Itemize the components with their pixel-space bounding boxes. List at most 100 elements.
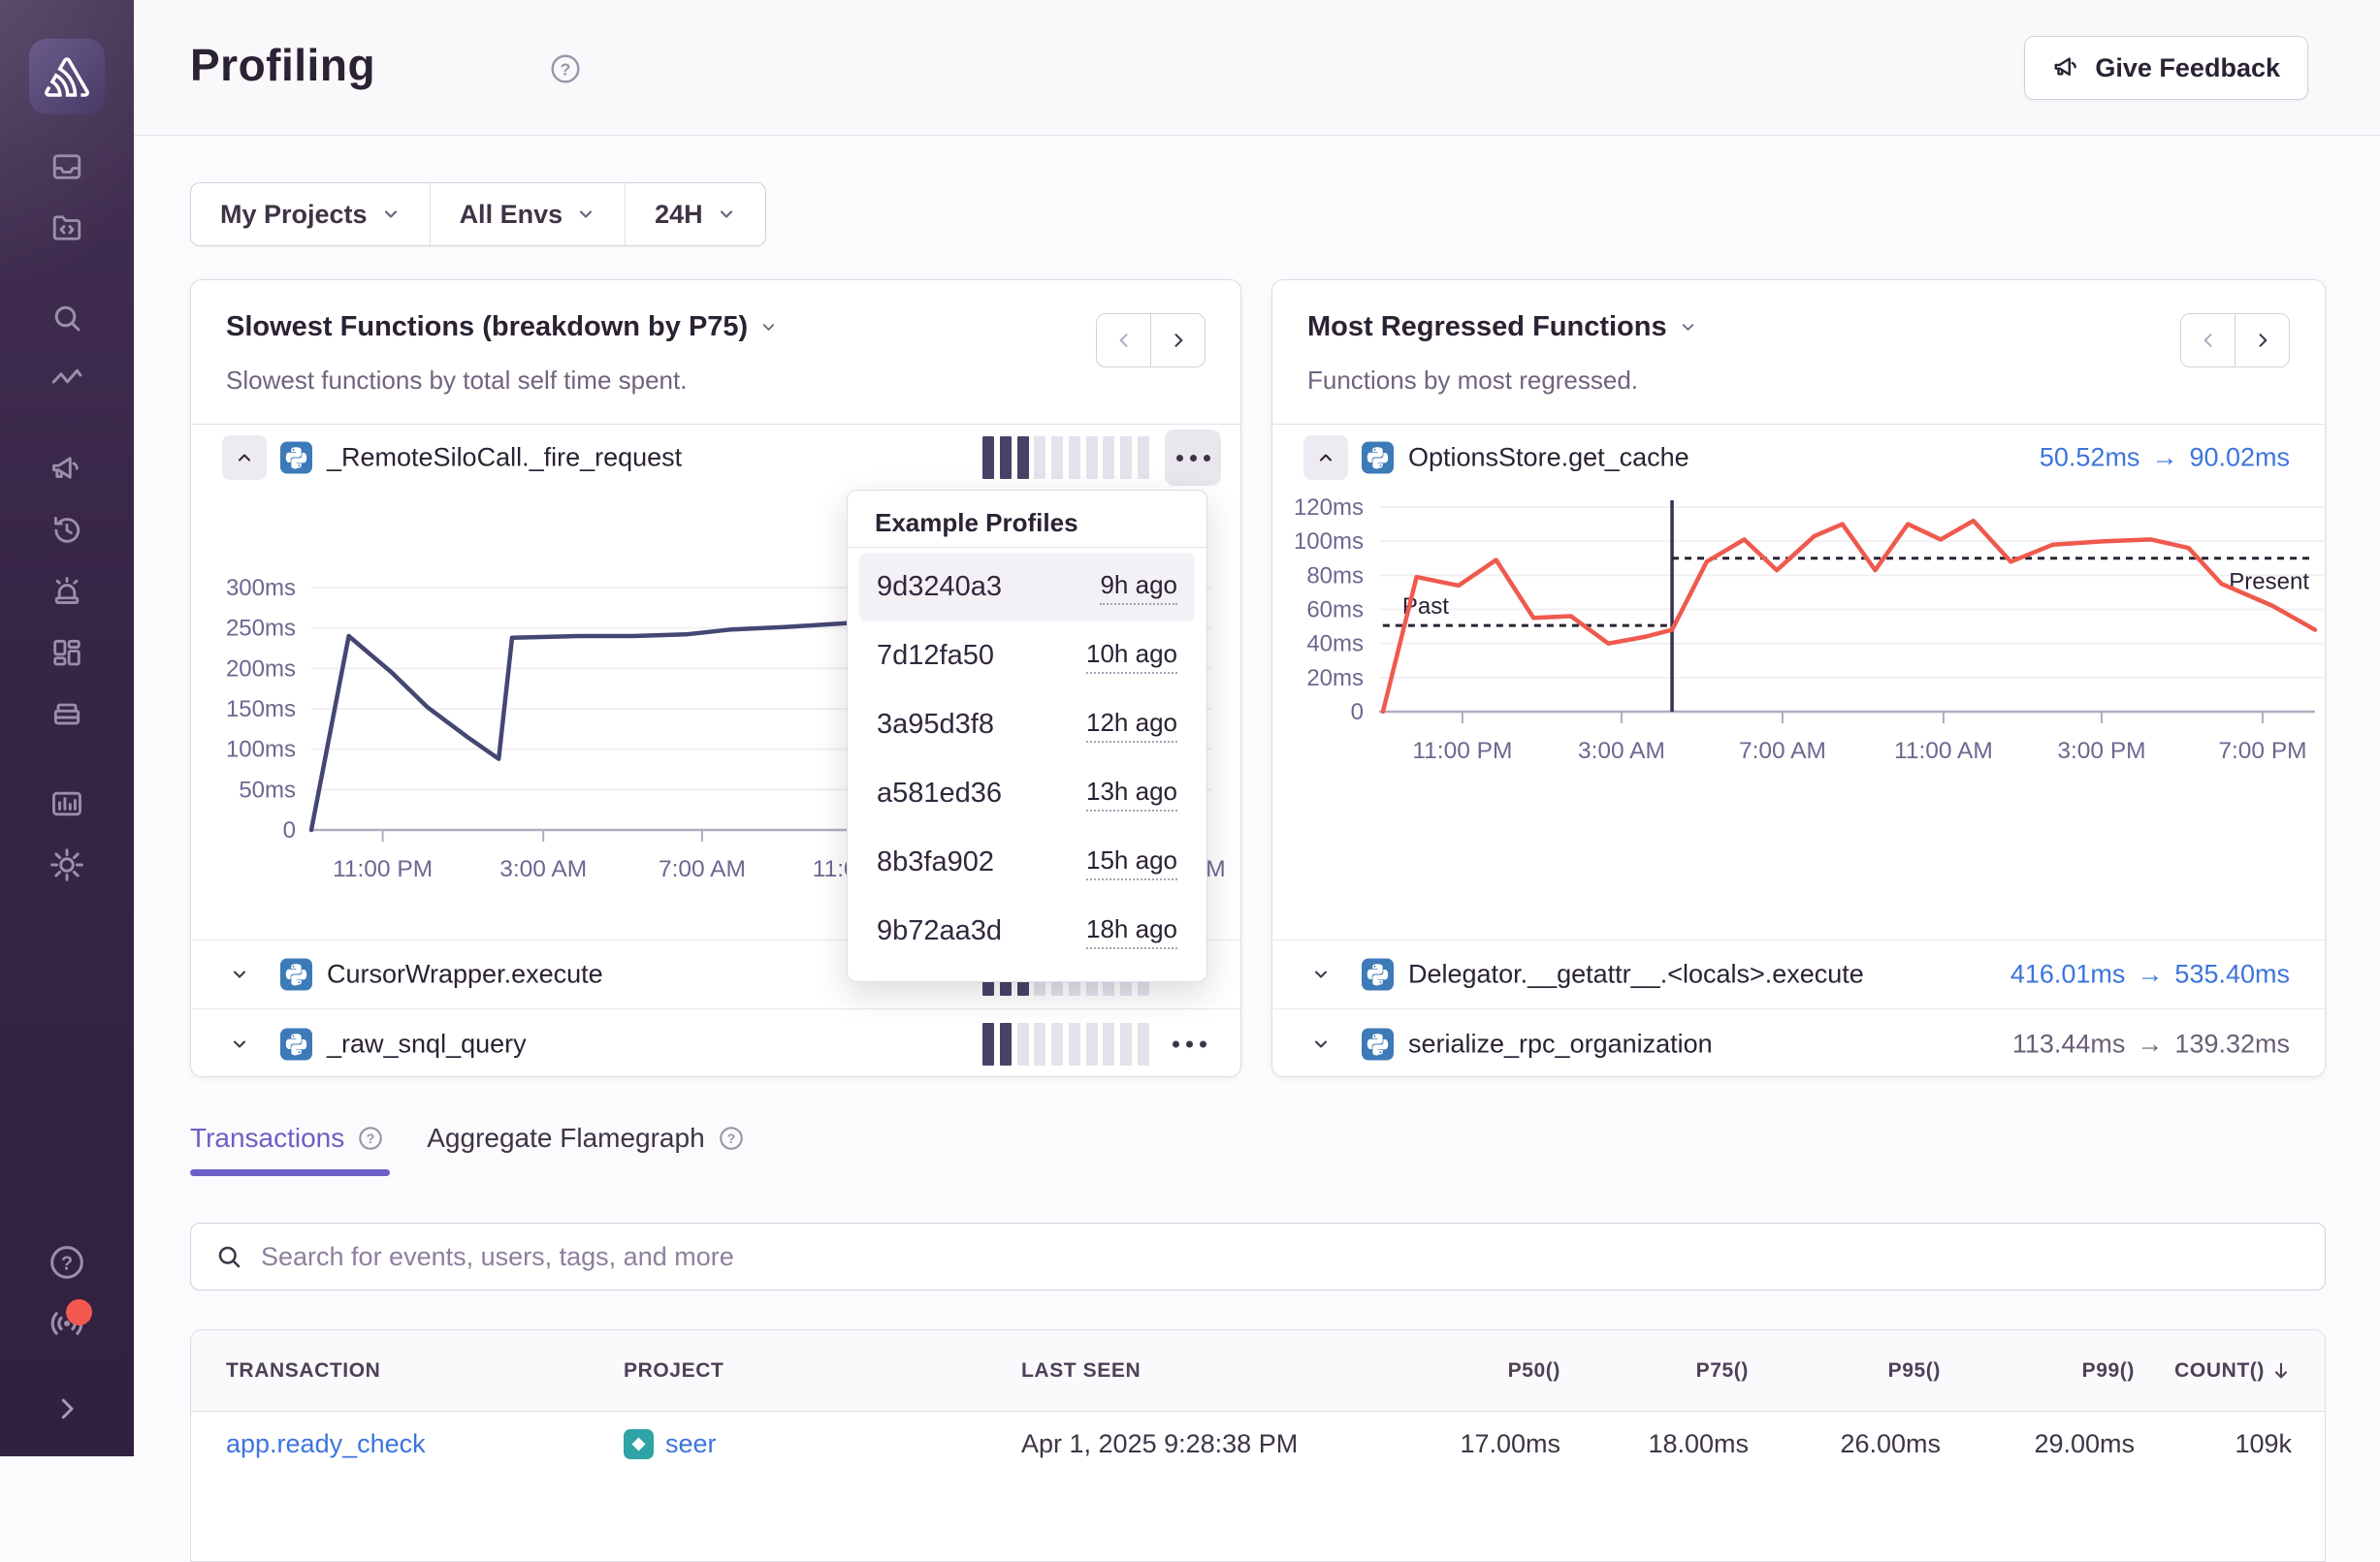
col-p99[interactable]: P99() [1941, 1359, 2135, 1383]
sidebar-item-stats[interactable] [0, 773, 134, 834]
help-icon[interactable]: ? [357, 1125, 384, 1152]
svg-text:60ms: 60ms [1306, 597, 1364, 623]
python-icon [1362, 959, 1394, 991]
p95-value: 26.00ms [1749, 1429, 1941, 1459]
function-name[interactable]: serialize_rpc_organization [1408, 1029, 1713, 1059]
expand-row-button[interactable] [1311, 965, 1331, 984]
profile-item[interactable]: 8b3fa902 15h ago [859, 828, 1195, 897]
svg-text:0: 0 [283, 817, 296, 844]
profile-age[interactable]: 15h ago [1086, 845, 1177, 880]
expand-row-button[interactable] [230, 1035, 249, 1054]
after-value[interactable]: 90.02ms [2189, 443, 2290, 473]
environment-filter-dropdown[interactable]: All Envs [430, 183, 626, 245]
function-name[interactable]: Delegator.__getattr__.<locals>.execute [1408, 960, 1864, 990]
page-help-icon[interactable]: ? [549, 52, 582, 85]
col-transaction[interactable]: TRANSACTION [226, 1359, 624, 1383]
svg-text:80ms: 80ms [1306, 562, 1364, 589]
sidebar-item-feedback[interactable] [0, 438, 134, 499]
row-options-button[interactable] [1173, 1040, 1206, 1047]
give-feedback-label: Give Feedback [2095, 53, 2280, 83]
function-name[interactable]: _RemoteSiloCall._fire_request [327, 443, 682, 473]
svg-text:11:00 PM: 11:00 PM [1412, 738, 1512, 764]
help-icon[interactable]: ? [718, 1125, 745, 1152]
p75-value: 18.00ms [1560, 1429, 1749, 1459]
profile-age[interactable]: 10h ago [1086, 639, 1177, 674]
profile-age[interactable]: 12h ago [1086, 708, 1177, 743]
col-p50[interactable]: P50() [1399, 1359, 1560, 1383]
col-p95[interactable]: P95() [1749, 1359, 1941, 1383]
collapse-row-button[interactable] [1303, 435, 1348, 480]
date-range-dropdown[interactable]: 24H [625, 183, 765, 245]
profile-item[interactable]: a581ed3613h ago [859, 759, 1195, 828]
sentry-logo[interactable] [29, 39, 105, 114]
regression-values: 416.01ms → 535.40ms [2010, 960, 2290, 990]
sidebar-item-explore[interactable] [0, 287, 134, 348]
col-p75[interactable]: P75() [1560, 1359, 1749, 1383]
table-header-row: TRANSACTION PROJECT LAST SEEN P50() P75(… [191, 1330, 2325, 1412]
sidebar-item-replays[interactable] [0, 499, 134, 560]
project-filter-dropdown[interactable]: My Projects [191, 183, 430, 245]
replay-clock-icon [49, 513, 84, 548]
row-options-button[interactable] [1165, 430, 1221, 486]
date-range-label: 24H [655, 200, 703, 230]
col-project[interactable]: PROJECT [624, 1359, 1021, 1383]
card-pagination [1096, 313, 1206, 367]
svg-text:20ms: 20ms [1306, 665, 1364, 691]
function-name[interactable]: _raw_snql_query [327, 1029, 527, 1059]
profile-id: 8b3fa902 [877, 846, 994, 878]
profile-item[interactable]: 7d12fa5010h ago [859, 622, 1195, 690]
prev-page-button[interactable] [1096, 313, 1151, 367]
function-row: OptionsStore.get_cache 50.52ms → 90.02ms [1272, 425, 2325, 491]
sidebar: ? [0, 0, 134, 1456]
card-subtitle: Slowest functions by total self time spe… [226, 366, 687, 396]
svg-text:100ms: 100ms [226, 737, 296, 763]
tab-transactions[interactable]: Transactions ? [190, 1123, 384, 1154]
chevron-down-icon [576, 205, 595, 224]
most-regressed-title-dropdown[interactable]: Most Regressed Functions [1307, 311, 1697, 343]
sidebar-item-insights[interactable] [0, 348, 134, 409]
table-row[interactable]: app.ready_check seer Apr 1, 2025 9:28:38… [191, 1412, 2325, 1505]
slowest-functions-title-dropdown[interactable]: Slowest Functions (breakdown by P75) [226, 311, 778, 343]
function-name[interactable]: OptionsStore.get_cache [1408, 443, 1689, 473]
sidebar-item-settings[interactable] [0, 834, 134, 895]
give-feedback-button[interactable]: Give Feedback [2024, 36, 2308, 100]
next-page-button[interactable] [1150, 313, 1206, 367]
sidebar-item-help[interactable]: ? [0, 1243, 134, 1282]
before-value[interactable]: 416.01ms [2010, 960, 2126, 990]
function-name[interactable]: CursorWrapper.execute [327, 960, 603, 990]
profile-item[interactable]: 3a95d3f8 12h ago [859, 690, 1195, 759]
sidebar-item-issues[interactable] [0, 136, 134, 197]
sidebar-collapse-button[interactable] [0, 1394, 134, 1423]
profile-age[interactable]: 9h ago [1100, 570, 1177, 605]
transactions-table: TRANSACTION PROJECT LAST SEEN P50() P75(… [190, 1329, 2326, 1562]
python-icon [280, 959, 312, 991]
project-link[interactable]: seer [665, 1429, 717, 1459]
seer-project-icon [624, 1429, 654, 1459]
sidebar-item-alerts[interactable] [0, 560, 134, 622]
function-row: _RemoteSiloCall._fire_request [191, 425, 1240, 491]
transaction-link[interactable]: app.ready_check [226, 1429, 426, 1458]
profile-age[interactable]: 13h ago [1086, 777, 1177, 812]
expand-row-button[interactable] [1311, 1035, 1331, 1054]
after-value[interactable]: 535.40ms [2174, 960, 2290, 990]
tab-aggregate-flamegraph[interactable]: Aggregate Flamegraph ? [427, 1123, 744, 1154]
profile-age[interactable]: 18h ago [1086, 914, 1177, 949]
sidebar-item-releases[interactable] [0, 683, 134, 744]
tab-label: Transactions [190, 1123, 344, 1154]
profile-item[interactable]: 9b72aa3d18h ago [859, 897, 1195, 966]
expand-row-button[interactable] [230, 965, 249, 984]
prev-page-button[interactable] [2180, 313, 2235, 367]
col-last-seen[interactable]: LAST SEEN [1021, 1359, 1399, 1383]
before-value[interactable]: 50.52ms [2040, 443, 2140, 473]
profile-item[interactable]: 9d3240a39h ago [859, 553, 1195, 622]
next-page-button[interactable] [2235, 313, 2290, 367]
notification-dot [66, 1299, 92, 1325]
col-count-sorted[interactable]: COUNT() [2135, 1359, 2292, 1383]
collapse-row-button[interactable] [222, 435, 267, 480]
svg-text:?: ? [561, 60, 571, 80]
project-cell[interactable]: seer [624, 1429, 1021, 1459]
sidebar-item-projects[interactable] [0, 197, 134, 258]
profile-id: 3a95d3f8 [877, 709, 994, 741]
search-input[interactable] [261, 1242, 2301, 1272]
sidebar-item-dashboards[interactable] [0, 622, 134, 683]
